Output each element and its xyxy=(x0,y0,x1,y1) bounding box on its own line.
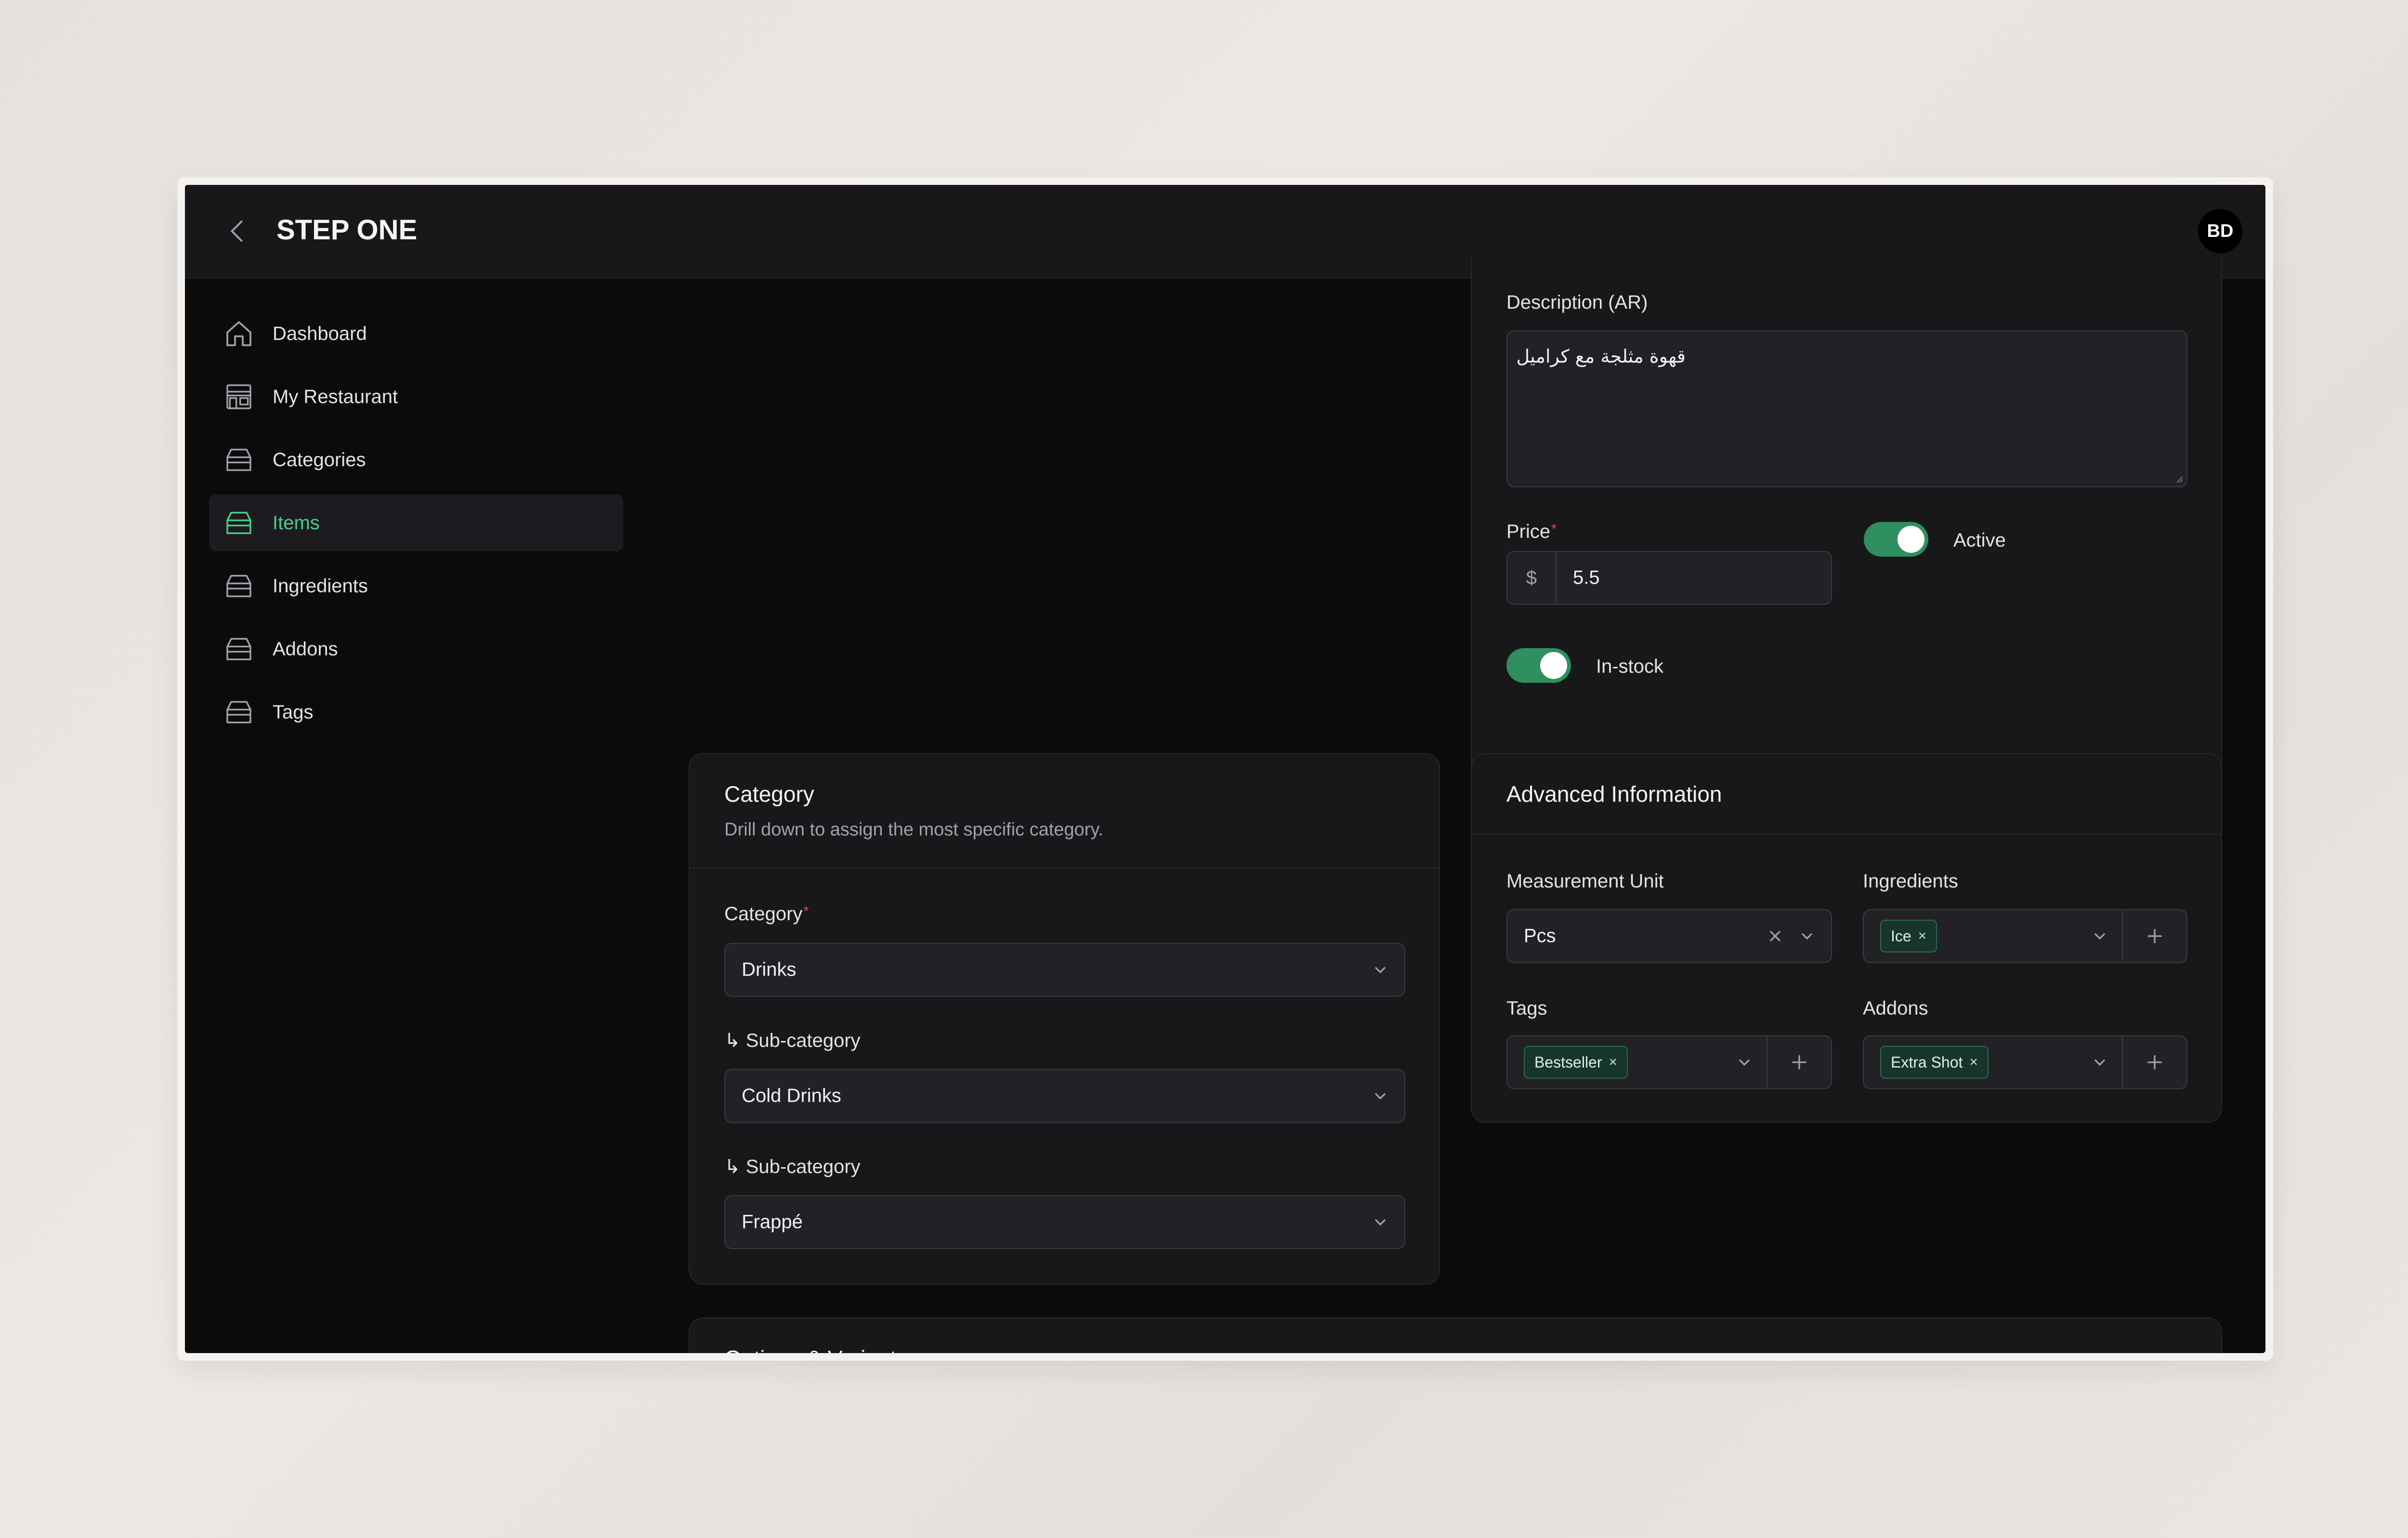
measurement-unit-label: Measurement Unit xyxy=(1506,871,1664,892)
app-title: STEP ONE xyxy=(276,214,418,246)
subcategory-1-label: ↳ Sub-category xyxy=(724,1030,861,1051)
subcategory-1-select[interactable]: Cold Drinks xyxy=(724,1069,1405,1123)
category-card-title: Category xyxy=(724,782,814,807)
instock-toggle[interactable] xyxy=(1506,648,1571,683)
chip-remove-icon[interactable]: × xyxy=(1609,1054,1618,1070)
measurement-unit-value: Pcs xyxy=(1524,925,1556,947)
plus-icon xyxy=(2147,929,2162,943)
sidebar-item-ingredients[interactable]: Ingredients xyxy=(209,558,623,614)
home-icon xyxy=(226,321,251,346)
close-icon[interactable] xyxy=(1766,926,1785,946)
tray-icon xyxy=(226,638,251,661)
addon-chip: Extra Shot × xyxy=(1880,1046,1989,1079)
active-toggle[interactable] xyxy=(1864,522,1928,557)
description-ar-value: قهوة مثلجة مع كراميل xyxy=(1516,346,1686,367)
sidebar-item-label: Ingredients xyxy=(273,575,368,597)
toggle-knob xyxy=(1898,526,1924,553)
sidebar-item-addons[interactable]: Addons xyxy=(209,621,623,678)
description-ar-textarea[interactable]: قهوة مثلجة مع كراميل xyxy=(1506,330,2187,487)
currency-prefix: $ xyxy=(1507,552,1557,604)
advanced-card-title: Advanced Information xyxy=(1506,782,1722,807)
subcategory-2-value: Frappé xyxy=(742,1211,803,1233)
ingredient-chip: Ice × xyxy=(1880,920,1937,952)
sidebar-item-label: Tags xyxy=(273,702,314,723)
tags-select[interactable]: Bestseller × xyxy=(1506,1035,1832,1089)
tray-icon xyxy=(226,574,251,598)
chevron-down-icon xyxy=(1374,966,1386,974)
tag-chip: Bestseller × xyxy=(1524,1046,1628,1079)
details-card: Description (AR) قهوة مثلجة مع كراميل Pr… xyxy=(1471,257,2222,793)
tags-label: Tags xyxy=(1506,998,1547,1019)
sidebar-item-categories[interactable]: Categories xyxy=(209,431,623,488)
sidebar-item-label: Items xyxy=(273,512,320,534)
subcategory-2-label: ↳ Sub-category xyxy=(724,1156,861,1177)
category-card: Category Drill down to assign the most s… xyxy=(689,753,1440,1285)
sidebar: Dashboard My Restaurant Categories Items… xyxy=(209,305,623,747)
store-icon xyxy=(226,384,251,409)
plus-icon xyxy=(2147,1055,2162,1069)
ingredients-select[interactable]: Ice × xyxy=(1863,909,2187,963)
chevron-down-icon xyxy=(1374,1219,1386,1226)
category-card-subtitle: Drill down to assign the most specific c… xyxy=(724,820,1104,840)
avatar[interactable]: BD xyxy=(2198,209,2242,253)
plus-icon xyxy=(1792,1055,1806,1069)
options-variants-card: Options & Variants xyxy=(689,1317,2222,1353)
chevron-down-icon xyxy=(1374,1093,1386,1100)
app-window: STEP ONE BD Dashboard My Restaurant Cate… xyxy=(185,185,2265,1353)
active-label: Active xyxy=(1953,530,2006,551)
category-label: Category* xyxy=(724,903,809,925)
sidebar-item-label: Categories xyxy=(273,449,366,470)
window-frame: STEP ONE BD Dashboard My Restaurant Cate… xyxy=(177,177,2273,1361)
ingredients-add-button[interactable] xyxy=(2122,910,2186,962)
chevron-left-icon[interactable] xyxy=(223,217,252,246)
sidebar-item-tags[interactable]: Tags xyxy=(209,684,623,741)
required-asterisk: * xyxy=(1551,521,1557,536)
chevron-down-icon xyxy=(1801,933,1813,940)
price-label: Price* xyxy=(1506,521,1557,542)
sidebar-item-label: Dashboard xyxy=(273,323,367,344)
divider xyxy=(690,868,1439,869)
ingredients-label: Ingredients xyxy=(1863,871,1958,892)
price-value: 5.5 xyxy=(1573,567,1600,588)
chip-remove-icon[interactable]: × xyxy=(1969,1054,1978,1070)
category-value: Drinks xyxy=(742,959,797,980)
tags-add-button[interactable] xyxy=(1767,1036,1831,1088)
advanced-info-card: Advanced Information Measurement Unit Pc… xyxy=(1471,753,2222,1123)
price-input[interactable]: $ 5.5 xyxy=(1506,551,1832,605)
subcategory-2-select[interactable]: Frappé xyxy=(724,1195,1405,1249)
required-asterisk: * xyxy=(803,903,809,918)
addons-label: Addons xyxy=(1863,998,1928,1019)
description-ar-label: Description (AR) xyxy=(1506,292,1648,313)
sidebar-item-label: Addons xyxy=(273,639,338,660)
sidebar-item-items[interactable]: Items xyxy=(209,495,623,551)
chevron-down-icon xyxy=(1739,1059,1750,1066)
options-card-title: Options & Variants xyxy=(724,1345,907,1353)
category-select[interactable]: Drinks xyxy=(724,943,1405,997)
tray-icon xyxy=(226,448,251,471)
sidebar-item-label: My Restaurant xyxy=(273,386,398,407)
chevron-down-icon xyxy=(2094,1059,2106,1066)
sidebar-item-my-restaurant[interactable]: My Restaurant xyxy=(209,368,623,425)
measurement-unit-select[interactable]: Pcs xyxy=(1506,909,1832,963)
chip-remove-icon[interactable]: × xyxy=(1918,928,1927,944)
addons-add-button[interactable] xyxy=(2122,1036,2186,1088)
tray-icon xyxy=(226,511,251,534)
tray-icon xyxy=(226,701,251,724)
resize-handle-icon[interactable] xyxy=(2174,474,2184,483)
chevron-down-icon xyxy=(2094,933,2106,940)
divider xyxy=(1472,834,2221,835)
addons-select[interactable]: Extra Shot × xyxy=(1863,1035,2187,1089)
toggle-knob xyxy=(1540,652,1567,679)
subcategory-1-value: Cold Drinks xyxy=(742,1085,841,1107)
instock-label: In-stock xyxy=(1596,656,1664,677)
sidebar-item-dashboard[interactable]: Dashboard xyxy=(209,305,623,362)
